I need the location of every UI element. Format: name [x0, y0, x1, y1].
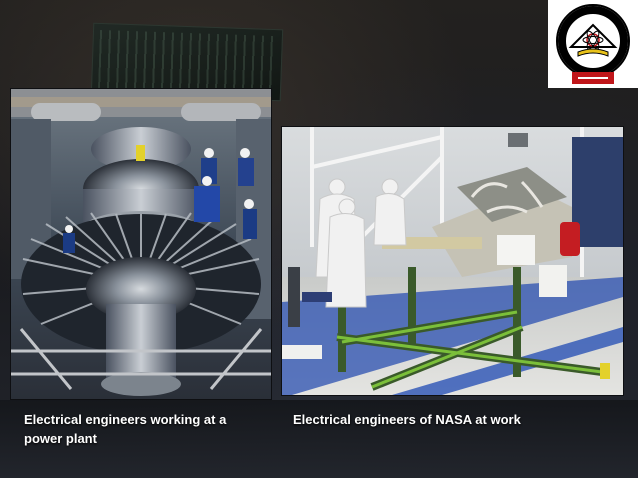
nasa-lab-photo [281, 126, 624, 396]
university-logo [548, 0, 638, 88]
power-plant-caption: Electrical engineers working at a power … [24, 412, 227, 446]
nasa-lab-caption: Electrical engineers of NASA at work [293, 412, 521, 427]
power-plant-photo [10, 88, 272, 400]
steam-turbine-image [11, 89, 271, 399]
cleanroom-satellite-image [282, 127, 623, 395]
university-seal-icon [556, 4, 630, 84]
